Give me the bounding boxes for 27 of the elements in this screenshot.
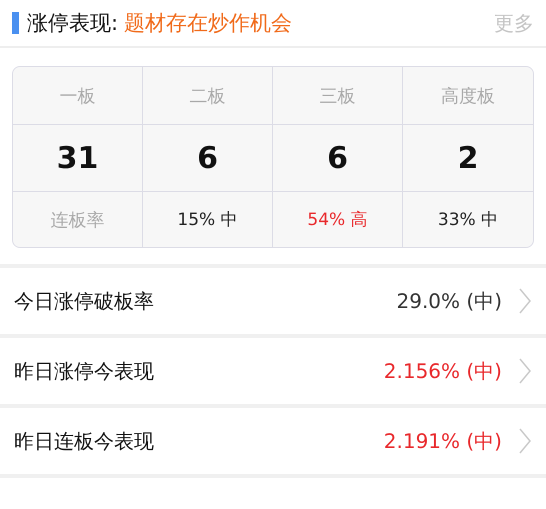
rate-cell-text: 33% 中: [436, 209, 500, 232]
column-header: 三板: [273, 67, 403, 125]
count-cell: 2: [403, 125, 533, 192]
row-value: 29.0% (中): [396, 288, 502, 314]
section-title: 涨停表现:: [27, 10, 118, 37]
column-header: 高度板: [403, 67, 533, 125]
row-header: 连板率: [13, 192, 143, 247]
count-cell: 6: [143, 125, 273, 192]
row-label: 今日涨停破板率: [14, 288, 154, 314]
count-cell: 6: [273, 125, 403, 192]
row-label: 昨日涨停今表现: [14, 358, 154, 384]
theme-highlight: 题材存在炒作机会: [124, 10, 292, 37]
rate-cell: 15% 中: [143, 192, 273, 247]
row-label: 昨日连板今表现: [14, 428, 154, 454]
rate-cell: 54% 高: [273, 192, 403, 247]
chevron-icon: [518, 287, 532, 315]
row-value: 2.191% (中): [384, 428, 502, 454]
chevron-icon: [518, 357, 532, 385]
chevron-icon: [518, 427, 532, 455]
column-header: 二板: [143, 67, 273, 125]
stat-row[interactable]: 昨日连板今表现 2.191% (中): [0, 408, 546, 474]
accent-bar: [12, 12, 19, 34]
row-value: 2.156% (中): [384, 358, 502, 384]
column-header: 一板: [13, 67, 143, 125]
stat-row[interactable]: 今日涨停破板率 29.0% (中): [0, 268, 546, 334]
stat-row[interactable]: 昨日涨停今表现 2.156% (中): [0, 338, 546, 404]
count-cell: 31: [13, 125, 143, 192]
